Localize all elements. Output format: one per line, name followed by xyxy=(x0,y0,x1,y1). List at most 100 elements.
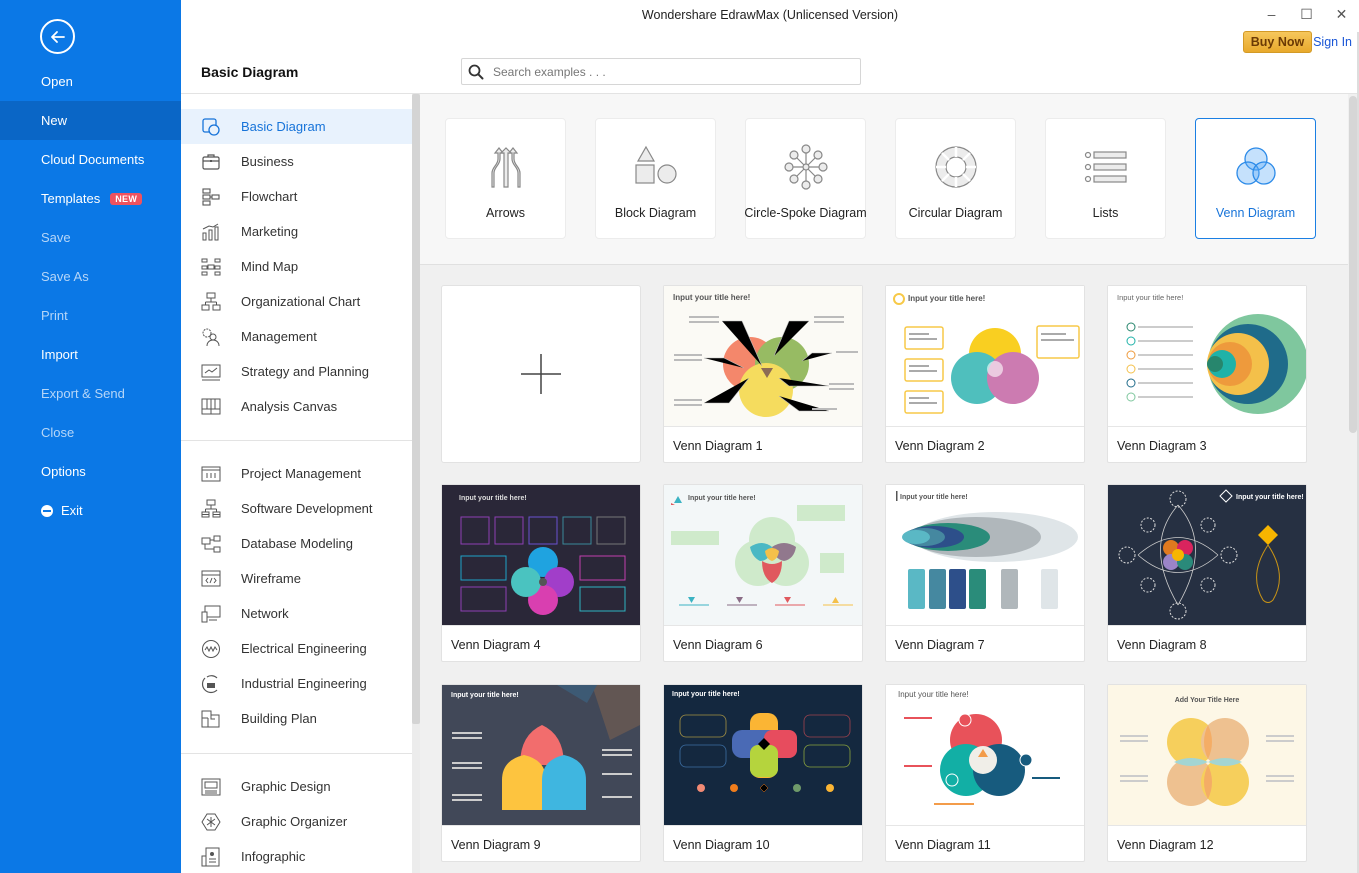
main-scrollbar-thumb[interactable] xyxy=(1349,96,1357,433)
backstage-import[interactable]: Import xyxy=(0,335,181,374)
maximize-button[interactable]: ☐ xyxy=(1289,0,1324,28)
template-venn-2[interactable]: Input your title here! Venn Diagram 2 xyxy=(885,285,1085,463)
category-divider xyxy=(181,440,412,441)
menu-label: Print xyxy=(41,308,68,323)
backstage-exit[interactable]: Exit xyxy=(0,491,181,530)
template-venn-3[interactable]: Input your title here! Venn Diagram 3 xyxy=(1107,285,1307,463)
back-button[interactable] xyxy=(40,19,75,54)
backstage-close[interactable]: Close xyxy=(0,413,181,452)
category-network[interactable]: Network xyxy=(181,596,412,631)
graphic-design-icon xyxy=(201,777,221,797)
category-analysis-canvas[interactable]: Analysis Canvas xyxy=(181,389,412,424)
type-lists[interactable]: Lists xyxy=(1045,118,1166,239)
new-blank-drawing[interactable] xyxy=(441,285,641,463)
svg-text:Input your title here!: Input your title here! xyxy=(672,691,740,698)
template-venn-9[interactable]: Input your title here! Venn Diagram 9 xyxy=(441,684,641,862)
backstage-options[interactable]: Options xyxy=(0,452,181,491)
search-box[interactable] xyxy=(461,58,861,85)
template-venn-7[interactable]: Input your title here! Venn Diagram 7 xyxy=(885,484,1085,662)
menu-label: Cloud Documents xyxy=(41,152,145,167)
venn-10-preview: Input your title here! xyxy=(672,691,851,793)
category-business[interactable]: Business xyxy=(181,144,412,179)
category-electrical-engineering[interactable]: Electrical Engineering xyxy=(181,631,412,666)
backstage-save[interactable]: Save xyxy=(0,218,181,257)
category-label: Graphic Organizer xyxy=(241,814,348,829)
template-venn-4[interactable]: Input your title here! Venn Diagram 4 xyxy=(441,484,641,662)
category-basic-diagram[interactable]: Basic Diagram xyxy=(181,109,412,144)
category-scrollbar[interactable] xyxy=(412,94,420,873)
category-organizational-chart[interactable]: Organizational Chart xyxy=(181,284,412,319)
category-label: Strategy and Planning xyxy=(241,364,369,379)
template-venn-12[interactable]: Add Your Title Here Venn Diagram 12 xyxy=(1107,684,1307,862)
category-infographic[interactable]: Infographic xyxy=(181,839,412,873)
category-graphic-design[interactable]: Graphic Design xyxy=(181,769,412,804)
svg-text:Input your title here!: Input your title here! xyxy=(900,494,968,501)
block-diagram-icon xyxy=(634,145,677,184)
template-venn-1[interactable]: Input your title here! Venn Diagram 1 xyxy=(663,285,863,463)
category-mind-map[interactable]: Mind Map xyxy=(181,249,412,284)
building-plan-icon xyxy=(201,709,221,729)
category-management[interactable]: Management xyxy=(181,319,412,354)
type-circular-diagram[interactable]: Circular Diagram xyxy=(895,118,1016,239)
template-thumbnail: Input your title here! xyxy=(1108,286,1306,427)
bar-chart-icon xyxy=(201,222,221,242)
type-label: Circular Diagram xyxy=(908,206,1003,220)
backstage-save-as[interactable]: Save As xyxy=(0,257,181,296)
category-wireframe[interactable]: Wireframe xyxy=(181,561,412,596)
backstage-cloud-documents[interactable]: Cloud Documents xyxy=(0,140,181,179)
category-software-development[interactable]: Software Development xyxy=(181,491,412,526)
flowchart-icon xyxy=(201,187,221,207)
category-industrial-engineering[interactable]: Industrial Engineering xyxy=(181,666,412,701)
backstage-export-send[interactable]: Export & Send xyxy=(0,374,181,413)
category-marketing[interactable]: Marketing xyxy=(181,214,412,249)
category-group-general: Basic Diagram Business Flowchart Marketi… xyxy=(181,94,412,424)
section-title: Basic Diagram xyxy=(201,64,299,80)
search-input[interactable] xyxy=(493,64,833,79)
graphic-organizer-icon xyxy=(201,812,221,832)
type-arrows[interactable]: Arrows xyxy=(445,118,566,239)
category-building-plan[interactable]: Building Plan xyxy=(181,701,412,736)
venn-2-preview: Input your title here! xyxy=(893,293,1080,414)
type-venn-diagram[interactable]: Venn Diagram xyxy=(1195,118,1316,239)
menu-label: Save xyxy=(41,230,71,245)
template-venn-11[interactable]: Input your title here! Venn Diagram 11 xyxy=(885,684,1085,862)
category-label: Basic Diagram xyxy=(241,119,326,134)
type-circle-spoke[interactable]: Circle-Spoke Diagram xyxy=(744,118,867,239)
category-group-design: Graphic Design Graphic Organizer Infogra… xyxy=(181,769,412,873)
category-label: Software Development xyxy=(241,501,373,516)
category-strategy-planning[interactable]: Strategy and Planning xyxy=(181,354,412,389)
template-name: Venn Diagram 11 xyxy=(895,838,991,852)
category-flowchart[interactable]: Flowchart xyxy=(181,179,412,214)
minimize-button[interactable]: – xyxy=(1254,0,1289,28)
backstage-print[interactable]: Print xyxy=(0,296,181,335)
menu-label: Export & Send xyxy=(41,386,125,401)
backstage-open[interactable]: Open xyxy=(0,62,181,101)
software-development-icon xyxy=(201,499,221,519)
category-scrollbar-thumb[interactable] xyxy=(412,94,420,724)
backstage-new[interactable]: New xyxy=(0,101,181,140)
sign-in-link[interactable]: Sign In xyxy=(1313,35,1352,49)
main-panel: Arrows Block Diagram Circle-Spoke Diagra… xyxy=(420,94,1359,873)
backstage-templates[interactable]: Templates NEW xyxy=(0,179,181,218)
category-label: Organizational Chart xyxy=(241,294,361,309)
menu-label: Save As xyxy=(41,269,89,284)
menu-label: Templates xyxy=(41,191,101,206)
close-button[interactable]: ✕ xyxy=(1324,0,1359,28)
category-graphic-organizer[interactable]: Graphic Organizer xyxy=(181,804,412,839)
svg-text:Input your title here!: Input your title here! xyxy=(688,495,756,502)
venn-12-preview: Add Your Title Here xyxy=(1120,697,1294,806)
menu-label: Options xyxy=(41,464,86,479)
category-label: Project Management xyxy=(241,466,361,481)
category-project-management[interactable]: Project Management xyxy=(181,456,412,491)
category-database-modeling[interactable]: Database Modeling xyxy=(181,526,412,561)
svg-text:Input your title here!: Input your title here! xyxy=(908,294,985,303)
buy-now-button[interactable]: Buy Now xyxy=(1243,31,1312,53)
template-venn-8[interactable]: Input your title here! Venn Diagram 8 xyxy=(1107,484,1307,662)
template-name: Venn Diagram 7 xyxy=(895,638,985,652)
type-block-diagram[interactable]: Block Diagram xyxy=(595,118,716,239)
venn-3-preview: Input your title here! xyxy=(1117,293,1306,414)
circular-diagram-icon xyxy=(934,146,977,188)
template-name: Venn Diagram 4 xyxy=(451,638,541,652)
template-venn-10[interactable]: Input your title here! Venn Diagram 10 xyxy=(663,684,863,862)
template-venn-6[interactable]: Input your title here! Venn Diagram 6 xyxy=(663,484,863,662)
